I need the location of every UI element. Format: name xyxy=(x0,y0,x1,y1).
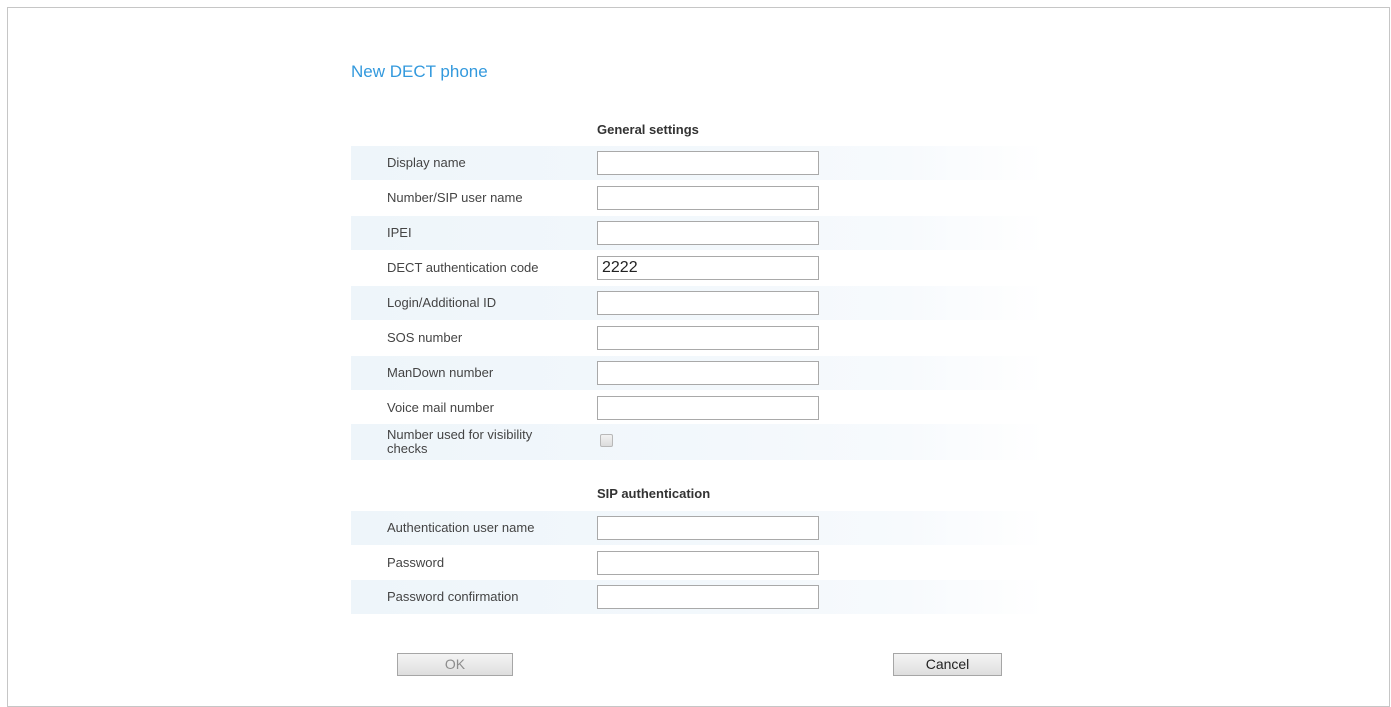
row-ipei: IPEI xyxy=(351,216,1045,250)
row-dect-auth-code: DECT authentication code xyxy=(351,251,1045,285)
sos-number-label: SOS number xyxy=(387,330,463,345)
row-visibility-check: Number used for visibility checks xyxy=(351,424,1045,460)
row-sip-user-name: Number/SIP user name xyxy=(351,181,1045,215)
row-password-confirmation: Password confirmation xyxy=(351,580,1045,614)
general-settings-heading: General settings xyxy=(597,122,699,137)
mandown-number-input[interactable] xyxy=(597,361,819,385)
dect-auth-code-input[interactable] xyxy=(597,256,819,280)
mandown-number-label: ManDown number xyxy=(387,365,494,380)
ipei-label: IPEI xyxy=(387,225,412,240)
row-display-name: Display name xyxy=(351,146,1045,180)
login-id-label: Login/Additional ID xyxy=(387,295,497,310)
visibility-check-label: Number used for visibility checks xyxy=(387,427,533,456)
sip-user-name-input[interactable] xyxy=(597,186,819,210)
login-id-input[interactable] xyxy=(597,291,819,315)
sip-user-name-label: Number/SIP user name xyxy=(387,190,523,205)
display-name-label: Display name xyxy=(387,155,466,170)
sip-authentication-heading: SIP authentication xyxy=(597,486,711,501)
ok-button[interactable]: OK xyxy=(397,653,513,676)
row-sos-number: SOS number xyxy=(351,321,1045,355)
auth-user-name-input[interactable] xyxy=(597,516,819,540)
visibility-check-checkbox[interactable] xyxy=(600,434,613,447)
sos-number-input[interactable] xyxy=(597,326,819,350)
row-mandown-number: ManDown number xyxy=(351,356,1045,390)
row-password: Password xyxy=(351,546,1045,580)
row-voice-mail-number: Voice mail number xyxy=(351,391,1045,425)
password-label: Password xyxy=(387,555,445,570)
ipei-input[interactable] xyxy=(597,221,819,245)
cancel-button[interactable]: Cancel xyxy=(893,653,1002,676)
password-confirmation-input[interactable] xyxy=(597,585,819,609)
auth-user-name-label: Authentication user name xyxy=(387,520,535,535)
row-auth-user-name: Authentication user name xyxy=(351,511,1045,545)
display-name-input[interactable] xyxy=(597,151,819,175)
voice-mail-number-label: Voice mail number xyxy=(387,400,494,415)
dect-auth-code-label: DECT authentication code xyxy=(387,260,539,275)
row-login-id: Login/Additional ID xyxy=(351,286,1045,320)
voice-mail-number-input[interactable] xyxy=(597,396,819,420)
password-input[interactable] xyxy=(597,551,819,575)
password-confirmation-label: Password confirmation xyxy=(387,589,519,604)
page-title: New DECT phone xyxy=(351,62,488,81)
